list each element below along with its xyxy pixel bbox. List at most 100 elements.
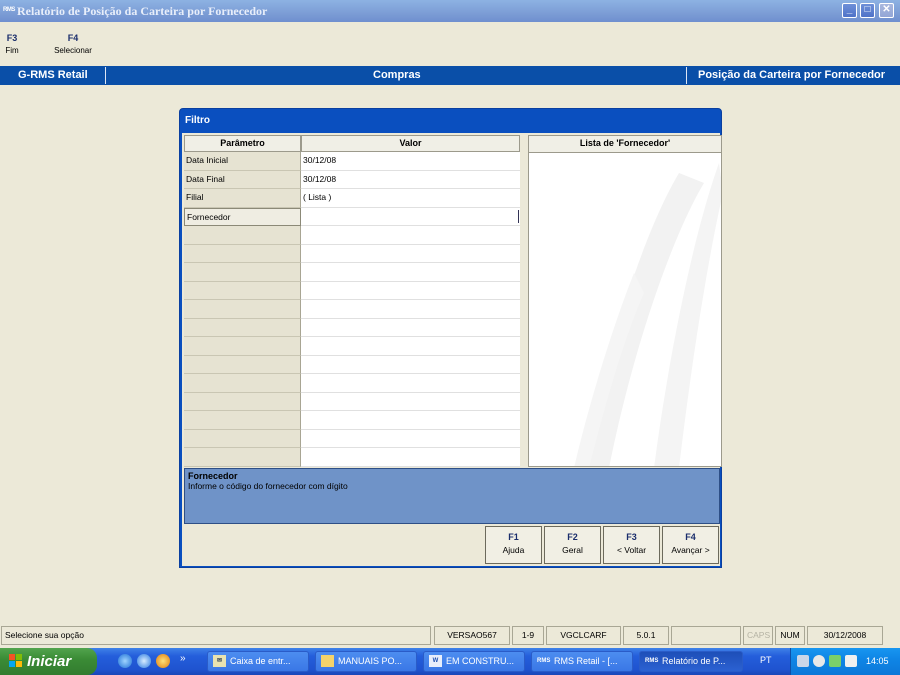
folder-icon (321, 655, 334, 667)
header-screen-name: Posição da Carteira por Fornecedor (698, 69, 886, 81)
parameter-cell: Filial (184, 189, 301, 208)
button-key: F3 (626, 532, 637, 542)
taskbar-item-label: Caixa de entr... (230, 656, 291, 666)
value-cell[interactable] (301, 318, 520, 337)
general-button[interactable]: F2 Geral (544, 526, 601, 564)
help-button[interactable]: F1 Ajuda (485, 526, 542, 564)
taskbar-item-mail[interactable]: ✉ Caixa de entr... (207, 651, 309, 672)
minimize-button[interactable]: _ (842, 3, 857, 18)
rms-tray-icon[interactable] (829, 655, 841, 667)
supplier-list-header: Lista de 'Fornecedor' (529, 136, 721, 153)
taskbar-item-label: EM CONSTRU... (446, 656, 515, 666)
status-release: 5.0.1 (623, 626, 669, 645)
value-cell[interactable] (301, 244, 520, 263)
value-cell[interactable] (301, 374, 520, 393)
value-cell[interactable] (301, 263, 520, 282)
table-row[interactable]: Data Inicial 30/12/08 (184, 152, 520, 171)
help-title: Fornecedor (188, 471, 238, 481)
window-title-bar[interactable]: RMS Relatório de Posição da Carteira por… (0, 0, 900, 22)
toolbar-key-label: Selecionar (54, 46, 92, 55)
browser-quicklaunch-icon[interactable] (137, 654, 151, 668)
value-cell[interactable] (301, 337, 520, 356)
rms-app-icon: RMS (3, 7, 15, 13)
table-row[interactable] (184, 429, 520, 448)
network-icon[interactable] (797, 655, 809, 667)
toolbar-key: F3 (6, 33, 18, 43)
close-button[interactable]: ✕ (879, 3, 894, 18)
value-cell[interactable] (301, 429, 520, 448)
header-module: Compras (373, 69, 421, 81)
table-row[interactable] (184, 263, 520, 282)
table-row[interactable] (184, 318, 520, 337)
dialog-title: Filtro (185, 115, 210, 126)
parameter-cell (184, 448, 301, 467)
status-version: VERSAO567 (434, 626, 510, 645)
value-cell[interactable] (301, 448, 520, 467)
parameter-cell (184, 318, 301, 337)
maximize-button[interactable]: □ (860, 3, 875, 18)
parameter-cell (184, 337, 301, 356)
taskbar-item-word[interactable]: W EM CONSTRU... (423, 651, 525, 672)
volume-icon[interactable] (813, 655, 825, 667)
table-row[interactable] (184, 355, 520, 374)
toolbar-key-label: Fim (5, 46, 19, 55)
ie-quicklaunch-icon[interactable] (118, 654, 132, 668)
word-icon: W (429, 655, 442, 667)
next-button[interactable]: F4 Avançar > (662, 526, 719, 564)
parameter-cell (184, 226, 301, 245)
media-quicklaunch-icon[interactable] (156, 654, 170, 668)
button-label: Avançar > (671, 545, 710, 555)
table-row[interactable] (184, 244, 520, 263)
table-row[interactable] (184, 392, 520, 411)
help-text: Informe o código do fornecedor com dígit… (188, 481, 348, 491)
table-row[interactable] (184, 226, 520, 245)
value-cell[interactable] (301, 207, 520, 226)
language-indicator[interactable]: PT (760, 655, 772, 665)
taskbar-item-rms-retail[interactable]: RMS RMS Retail - [... (531, 651, 633, 672)
status-blank (671, 626, 741, 645)
table-row[interactable]: Data Final 30/12/08 (184, 170, 520, 189)
table-row[interactable] (184, 300, 520, 319)
value-cell[interactable]: ( Lista ) (301, 189, 520, 208)
table-row[interactable]: Filial( Lista ) (184, 189, 520, 208)
table-row[interactable] (184, 448, 520, 467)
toolbar-key: F4 (67, 33, 79, 43)
rms-watermark (574, 163, 721, 466)
value-cell[interactable] (301, 411, 520, 430)
table-row[interactable]: Fornecedor (184, 207, 520, 226)
mail-icon: ✉ (213, 655, 226, 667)
status-message: Selecione sua opção (1, 626, 431, 645)
clock[interactable]: 14:05 (866, 656, 889, 666)
value-cell[interactable] (301, 355, 520, 374)
table-row[interactable] (184, 411, 520, 430)
table-row[interactable] (184, 281, 520, 300)
filter-dialog: Filtro Parâmetro Valor Data Inicial 30/12… (179, 108, 722, 568)
parameter-cell (184, 392, 301, 411)
toolbar-f4-select[interactable]: F4 Selecionar (50, 33, 96, 55)
parameter-cell (184, 374, 301, 393)
parameter-cell (184, 355, 301, 374)
supplier-list-panel[interactable]: Lista de 'Fornecedor' (528, 135, 722, 467)
value-cell[interactable] (301, 300, 520, 319)
column-header-parameter: Parâmetro (184, 135, 301, 152)
back-button[interactable]: F3 < Voltar (603, 526, 660, 564)
value-cell[interactable] (301, 226, 520, 245)
text-cursor (518, 209, 519, 223)
table-row[interactable] (184, 374, 520, 393)
button-label: Ajuda (502, 545, 525, 555)
system-tray: 14:05 (790, 648, 900, 675)
table-row[interactable] (184, 337, 520, 356)
value-cell[interactable]: 30/12/08 (301, 170, 520, 189)
header-divider (105, 67, 106, 84)
status-range: 1-9 (512, 626, 544, 645)
value-cell[interactable] (301, 281, 520, 300)
value-cell[interactable] (301, 392, 520, 411)
start-button[interactable]: Iniciar (0, 648, 97, 675)
taskbar-item-report[interactable]: RMS Relatório de P... (639, 651, 743, 672)
value-cell[interactable]: 30/12/08 (301, 152, 520, 171)
calendar-tray-icon[interactable] (845, 655, 857, 667)
toolbar-f3-exit[interactable]: F3 Fim (4, 33, 20, 55)
window-title: Relatório de Posição da Carteira por For… (17, 4, 268, 18)
taskbar-item-folder[interactable]: MANUAIS PO... (315, 651, 417, 672)
quicklaunch-overflow-icon[interactable]: » (180, 653, 186, 664)
